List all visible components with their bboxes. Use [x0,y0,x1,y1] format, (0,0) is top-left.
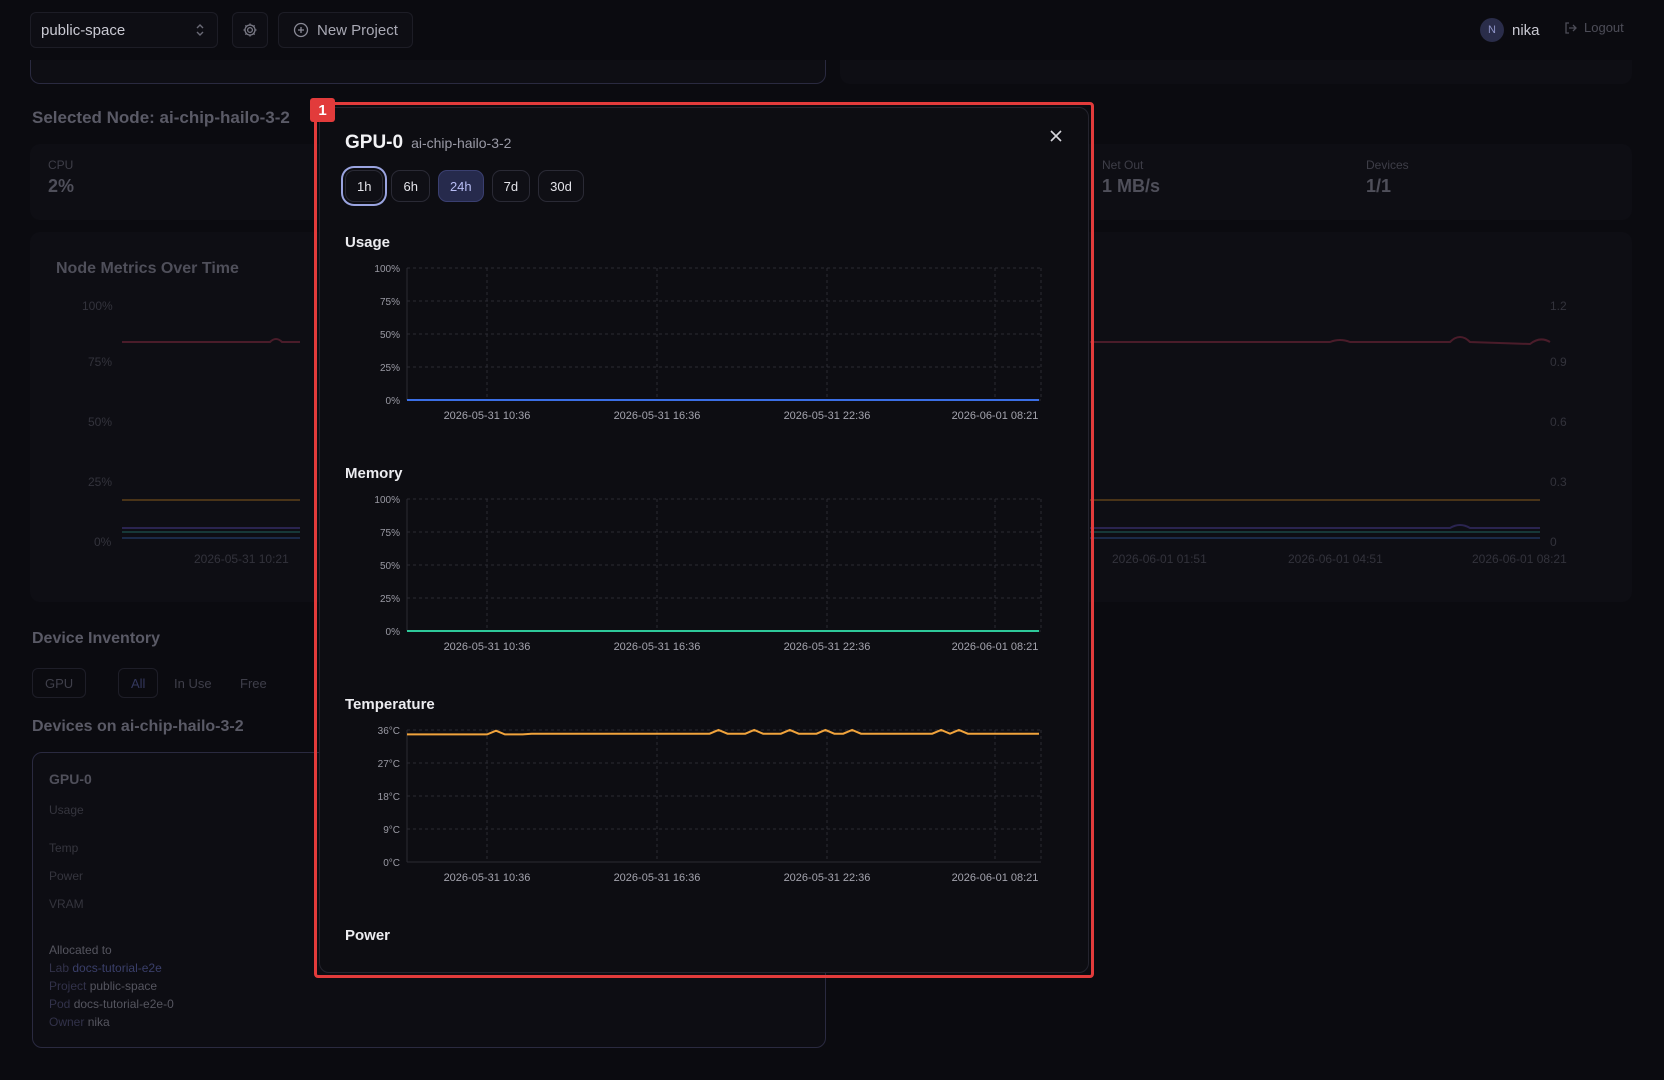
y-tick-label: 36°C [378,726,400,737]
y-tick-label: 27°C [378,759,400,770]
alloc-key: Lab [49,961,70,975]
range-30d-button[interactable]: 30d [538,170,584,202]
top-bar: public-space New Project N nika Logout [0,0,1664,60]
memory-chart: 100% 75% 50% 25% 0% 2026-05-31 10:36 2026-05-3… [374,495,1042,653]
y-tick-label: 75% [380,528,400,539]
y-tick-label: 50% [380,561,400,572]
alloc-key: Owner [49,1015,85,1029]
y-tick-label: 18°C [378,792,400,803]
modal-header: GPU-0 ai-chip-hailo-3-2 [345,132,511,154]
memory-section-title: Memory [345,465,403,482]
modal-title: GPU-0 [345,132,404,153]
gear-icon [243,23,257,37]
x-tick-label: 2026-05-31 22:36 [784,641,871,653]
logout-label: Logout [1584,20,1624,35]
x-tick-label: 2026-05-31 16:36 [614,410,701,422]
x-tick-label: 2026-05-31 10:36 [444,872,531,884]
avatar: N [1480,18,1504,42]
y-tick-label: 25% [380,594,400,605]
new-project-label: New Project [317,21,398,39]
filter-gpu[interactable]: GPU [32,668,87,698]
range-6h-button[interactable]: 6h [391,170,430,202]
chevron-up-down-icon [196,24,204,36]
alloc-value: docs-tutorial-e2e-0 [73,997,174,1011]
device-name: GPU-0 [49,771,92,787]
x-tick-label: 2026-05-31 22:36 [784,872,871,884]
x-tick-label: 2026-06-01 08:21 [952,872,1039,884]
stat-label: Net Out [1102,158,1144,172]
alloc-key: Project [49,979,87,993]
stat-net-out: Net Out 1 MB/s [1102,158,1160,197]
y-tick-label: 100% [374,264,400,275]
stat-value: 1 MB/s [1102,176,1161,196]
y-tick-label: 0% [386,627,401,638]
new-project-button[interactable]: New Project [278,12,413,48]
x-tick-label: 2026-05-31 10:36 [444,410,531,422]
device-row-usage: Usage [49,803,84,817]
allocated-to-label: Allocated to [49,943,112,957]
alloc-value: public-space [89,979,158,993]
alloc-key: Pod [49,997,71,1011]
stat-label: CPU [48,158,74,172]
stat-devices: Devices 1/1 [1366,158,1409,197]
x-tick-label: 2026-06-01 08:21 [952,641,1039,653]
stat-value: 1/1 [1366,176,1392,196]
y-tick-label: 0°C [383,858,400,869]
workspace-select-value: public-space [41,21,126,39]
usage-section-title: Usage [345,234,391,251]
device-row-power: Power [49,869,84,883]
alloc-value: nika [87,1015,110,1029]
alloc-lab: Lab docs-tutorial-e2e [49,961,162,975]
x-tick-label: 2026-05-31 22:36 [784,410,871,422]
temperature-section-title: Temperature [345,696,435,713]
alloc-project: Project public-space [49,979,157,993]
usage-chart: 100% 75% 50% 25% 0% 2026-05-31 10:36 2026-05-3… [374,264,1042,422]
y-tick-label: 100% [374,495,400,506]
temperature-chart: 36°C 27°C 18°C 9°C 0°C 2026-05-31 10:36 2026-0… [378,726,1042,884]
stat-value: 2% [48,176,75,196]
x-tick-label: 2026-06-01 08:21 [952,410,1039,422]
y-tick-label: 0% [386,396,401,407]
alloc-lab-link[interactable]: docs-tutorial-e2e [72,961,161,975]
range-1h-button[interactable]: 1h [345,170,384,202]
filter-all[interactable]: All [118,668,159,698]
y-tick-label: 25% [380,363,400,374]
highlight-badge: 1 [310,98,335,122]
device-row-temp: Temp [49,841,79,855]
x-tick-label: 2026-05-31 16:36 [614,641,701,653]
logout-button[interactable]: Logout [1564,20,1624,35]
filter-in-use[interactable]: In Use [162,668,224,698]
stat-cpu: CPU 2% [48,158,74,197]
y-tick-label: 50% [380,330,400,341]
range-24h-button[interactable]: 24h [437,170,484,202]
logout-icon [1565,21,1577,34]
filter-free[interactable]: Free [228,668,279,698]
x-tick-label: 2026-05-31 16:36 [614,872,701,884]
device-inventory-title: Device Inventory [32,630,161,647]
user-menu[interactable]: N nika [1480,18,1540,42]
time-range-selector: 1h 6h 24h 7d 30d [345,170,584,202]
devices-on-node-title: Devices on ai-chip-hailo-3-2 [32,718,244,735]
settings-button[interactable] [232,12,268,48]
series-line [407,728,1039,736]
y-tick-label: 9°C [383,825,400,836]
alloc-owner: Owner nika [49,1015,110,1029]
workspace-select[interactable]: public-space [30,12,218,48]
close-button[interactable] [1046,126,1066,146]
close-icon [1050,130,1062,142]
device-row-vram: VRAM [49,897,84,911]
power-section-title: Power [345,927,391,944]
plus-circle-icon [293,22,309,38]
user-name: nika [1512,21,1540,39]
y-tick-label: 75% [380,297,400,308]
selected-node-title: Selected Node: ai-chip-hailo-3-2 [32,108,290,127]
alloc-pod: Pod docs-tutorial-e2e-0 [49,997,174,1011]
stat-label: Devices [1366,158,1409,172]
range-7d-button[interactable]: 7d [491,170,531,202]
x-tick-label: 2026-05-31 10:36 [444,641,531,653]
gpu-metrics-modal: GPU-0 ai-chip-hailo-3-2 1h 6h 24h 7d 30d… [319,107,1089,973]
modal-subtitle: ai-chip-hailo-3-2 [411,135,512,151]
